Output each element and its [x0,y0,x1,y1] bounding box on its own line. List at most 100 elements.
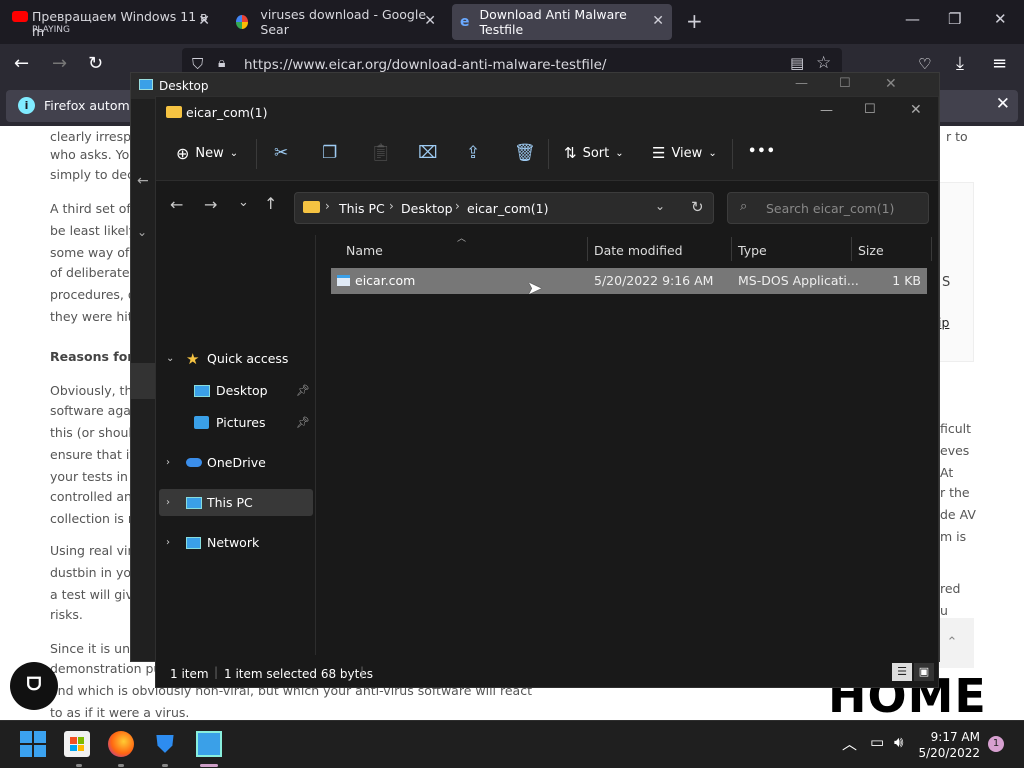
paste-icon[interactable]: 📋︎ [370,143,392,163]
restore-icon[interactable]: ❐ [948,10,961,28]
sort-button[interactable]: ⇅ Sort ⌄ [564,144,624,162]
lock-icon[interactable]: 🔒︎ [218,55,225,71]
reload-icon[interactable]: ↻ [88,53,103,74]
more-options-button[interactable]: ••• [748,144,776,159]
file-row[interactable]: eicar.com 5/20/2022 9:16 AM MS-DOS Appli… [331,268,927,294]
column-header-name[interactable]: Name [346,243,383,258]
column-header-type[interactable]: Type [738,243,767,258]
minimize-icon[interactable]: — [795,76,808,91]
command-bar: ⊕ New ⌄ ✂ ❐ 📋︎ ⌧ ⇪ 🗑︎ ⇅ Sort ⌄ ☰ View ⌄ … [156,129,938,181]
tab-eicar[interactable]: e Download Anti Malware Testfile ✕ [452,4,672,40]
back-icon[interactable]: ← [170,195,183,214]
clock-date: 5/20/2022 [918,746,980,760]
chevron-down-icon[interactable]: ⌄ [166,353,174,364]
column-separator[interactable] [587,237,588,261]
item-count: 1 item [170,667,209,681]
maximize-icon[interactable]: ☐ [839,76,851,91]
column-header-date[interactable]: Date modified [594,243,683,258]
forward-icon[interactable]: → [204,195,217,214]
paragraph-line: At [940,465,954,480]
close-icon[interactable]: ✕ [198,13,210,29]
nav-selection [131,363,155,399]
security-shield-icon[interactable]: ⛊ [152,731,178,757]
new-button[interactable]: ⊕ New ⌄ [176,144,238,163]
chevron-down-icon[interactable]: ⌄ [137,225,147,239]
address-bar[interactable]: › This PC › Desktop › eicar_com(1) ⌄ ↻ [294,192,714,224]
breadcrumb-current[interactable]: eicar_com(1) [467,201,549,216]
paragraph-line: ensure that it [50,447,135,462]
close-icon[interactable]: ✕ [910,102,922,118]
up-icon[interactable]: ↑ [264,194,277,213]
desktop-app-icon[interactable] [196,731,222,757]
close-icon[interactable]: ✕ [652,13,664,29]
pin-icon[interactable]: 📌︎ [296,384,310,397]
chevron-up-icon[interactable]: ︿ [842,733,857,754]
recent-locations-chevron-icon[interactable]: ⌄ [238,195,249,210]
breadcrumb-this-pc[interactable]: This PC [339,201,385,216]
column-separator[interactable] [851,237,852,261]
paragraph-line: red [940,581,961,596]
bookmark-star-icon[interactable]: ☆ [816,53,831,73]
close-icon[interactable]: ✕ [424,13,436,29]
volume-icon[interactable]: 🔊︎ [894,733,903,751]
nav-this-pc[interactable]: › This PC [159,489,313,516]
start-icon[interactable] [20,731,46,757]
chevron-down-icon[interactable]: ⌄ [655,199,665,213]
shield-icon[interactable]: ⛉ [192,55,203,73]
edge-icon: e [460,14,470,30]
store-icon[interactable] [64,731,90,757]
tab-youtube[interactable]: Превращаем Windows 11 в m PLAYING ✕ [4,4,218,40]
column-header-size[interactable]: Size [858,243,884,258]
pin-icon[interactable]: 📌︎ [296,416,310,429]
copy-icon[interactable]: ❐ [322,143,337,163]
file-name[interactable]: eicar.com [355,273,415,288]
downloads-icon[interactable]: ⤓ [956,53,964,74]
menu-icon[interactable]: ≡ [992,53,1007,74]
close-window-icon[interactable]: ✕ [994,10,1007,28]
minimize-icon[interactable]: — [905,10,920,28]
paragraph-line: a test will giv [50,587,134,602]
network-status-icon[interactable]: ▭ [870,733,884,751]
firefox-icon[interactable] [108,731,134,757]
chevron-right-icon[interactable]: › [166,537,170,548]
view-button[interactable]: ☰ View ⌄ [652,144,717,162]
minimize-icon[interactable]: — [820,103,833,118]
breadcrumb-desktop[interactable]: Desktop [401,201,453,216]
chevron-right-icon[interactable]: › [166,457,170,468]
running-app-indicator [76,764,82,767]
clock[interactable]: 9:17 AM 5/20/2022 [918,729,980,761]
paragraph-line: A third set of [50,201,131,216]
close-icon[interactable]: ✕ [885,76,897,92]
nav-quick-access[interactable]: ⌄ ★ Quick access [156,345,313,372]
column-separator[interactable] [731,237,732,261]
share-icon[interactable]: ⇪ [466,143,480,163]
pocket-icon[interactable]: ♡ [918,55,931,73]
paragraph-line: risks. [50,607,83,622]
new-tab-icon[interactable]: + [686,9,703,33]
reader-view-icon[interactable]: ▤ [790,54,804,72]
large-icons-view-icon[interactable]: ▣ [914,663,934,681]
chevron-right-icon[interactable]: › [166,497,170,508]
nav-pictures[interactable]: Pictures 📌︎ [156,409,313,436]
accessibility-button-icon[interactable]: ᗜ [10,662,58,710]
refresh-icon[interactable]: ↻ [691,198,704,216]
paragraph-line: r to [946,129,968,144]
nav-onedrive[interactable]: › OneDrive [156,449,313,476]
notification-badge[interactable]: 1 [988,736,1004,752]
forward-icon[interactable]: → [52,53,67,74]
search-box[interactable]: ⌕ Search eicar_com(1) [727,192,929,224]
delete-icon[interactable]: 🗑︎ [514,143,536,163]
nav-desktop[interactable]: Desktop 📌︎ [156,377,313,404]
back-icon[interactable]: ← [137,173,149,189]
nav-network[interactable]: › Network [156,529,313,556]
tab-google[interactable]: viruses download - Google Sear ✕ [228,4,444,40]
back-icon[interactable]: ← [14,53,29,74]
cut-icon[interactable]: ✂ [274,143,288,163]
close-icon[interactable]: ✕ [996,94,1010,114]
maximize-icon[interactable]: ☐ [864,102,876,117]
column-separator[interactable] [931,237,932,261]
url-text[interactable]: https://www.eicar.org/download-anti-malw… [244,57,606,73]
details-view-icon[interactable]: ☰ [892,663,912,681]
file-date: 5/20/2022 9:16 AM [594,273,714,288]
rename-icon[interactable]: ⌧ [418,143,438,163]
